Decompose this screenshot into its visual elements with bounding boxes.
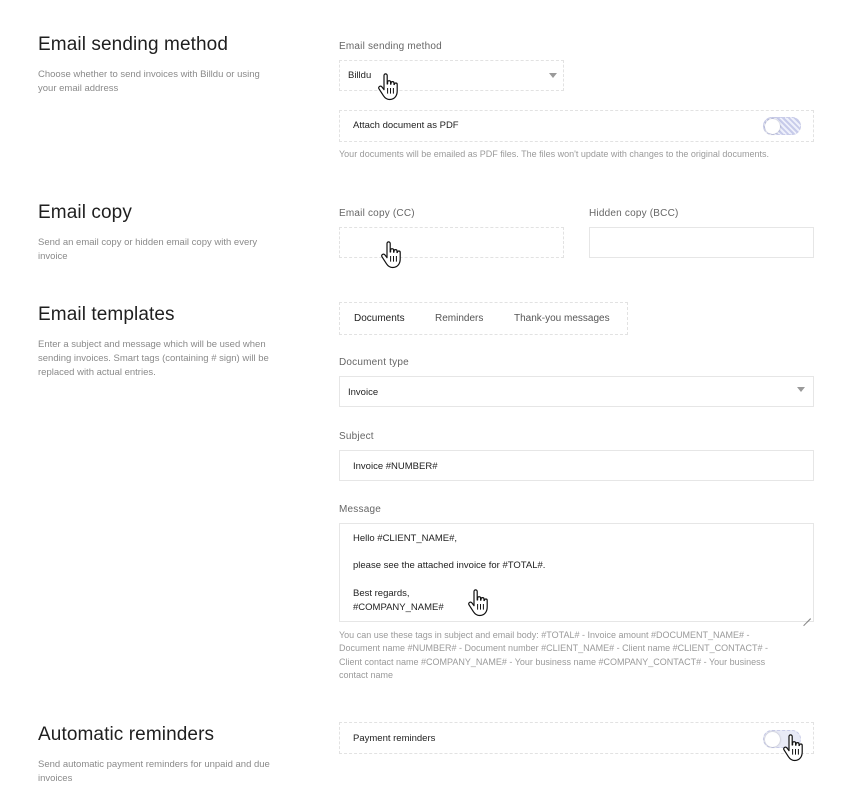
section-title-templates: Email templates	[38, 304, 175, 325]
section-description-sending: Choose whether to send invoices with Bil…	[38, 69, 260, 94]
sending-method-select[interactable]: Billdu	[339, 60, 564, 91]
attach-pdf-help: Your documents will be emailed as PDF fi…	[339, 149, 769, 159]
bcc-input[interactable]	[589, 227, 814, 258]
subject-input[interactable]: Invoice #NUMBER#	[339, 450, 814, 481]
section-description-reminders: Send automatic payment reminders for unp…	[38, 759, 270, 784]
bcc-label: Hidden copy (BCC)	[589, 208, 679, 219]
message-line: please see the attached invoice for #TOT…	[353, 560, 546, 571]
tab-documents[interactable]: Documents	[354, 313, 405, 324]
tab-reminders[interactable]: Reminders	[435, 313, 483, 324]
resize-handle-icon[interactable]	[803, 611, 811, 619]
tags-help-line: You can use these tags in subject and em…	[339, 630, 750, 640]
cc-label: Email copy (CC)	[339, 208, 415, 219]
attach-pdf-toggle[interactable]	[763, 117, 801, 135]
hand-pointer-icon	[783, 734, 803, 762]
template-tabs: Documents Reminders Thank-you messages	[339, 302, 628, 335]
attach-pdf-label: Attach document as PDF	[353, 120, 459, 131]
hand-pointer-icon	[381, 241, 401, 269]
doc-type-select[interactable]: Invoice	[339, 376, 814, 407]
section-title-copy: Email copy	[38, 202, 132, 223]
subject-label: Subject	[339, 431, 374, 442]
caret-down-icon	[549, 73, 557, 78]
doc-type-label: Document type	[339, 357, 409, 368]
doc-type-value: Invoice	[348, 387, 379, 398]
subject-value: Invoice #NUMBER#	[353, 461, 438, 472]
message-label: Message	[339, 504, 381, 515]
section-title-sending: Email sending method	[38, 34, 228, 55]
message-line: Hello #CLIENT_NAME#,	[353, 533, 458, 544]
sending-method-value: Billdu	[348, 70, 372, 81]
tab-thank-you-messages[interactable]: Thank-you messages	[514, 313, 610, 324]
hand-pointer-icon	[378, 73, 398, 101]
message-textarea[interactable]: Hello #CLIENT_NAME#, please see the atta…	[339, 523, 814, 622]
sending-method-label: Email sending method	[339, 41, 442, 52]
tags-help-line: Client contact name #COMPANY_NAME# - You…	[339, 657, 766, 667]
caret-down-icon	[797, 387, 805, 392]
section-title-reminders: Automatic reminders	[38, 724, 215, 745]
section-description-copy: Send an email copy or hidden email copy …	[38, 237, 258, 262]
message-line: Best regards,	[353, 588, 410, 599]
tags-help-line: contact name	[339, 670, 394, 680]
message-line: #COMPANY_NAME#	[353, 602, 444, 613]
cc-input[interactable]	[339, 227, 564, 258]
attach-pdf-row: Attach document as PDF	[339, 110, 814, 142]
tags-help-line: Document name #NUMBER# - Document number…	[339, 643, 768, 653]
hand-pointer-icon	[468, 589, 488, 617]
section-description-templates: Enter a subject and message which will b…	[38, 339, 269, 378]
payment-reminders-label: Payment reminders	[353, 733, 436, 744]
payment-reminders-row: Payment reminders	[339, 722, 814, 754]
